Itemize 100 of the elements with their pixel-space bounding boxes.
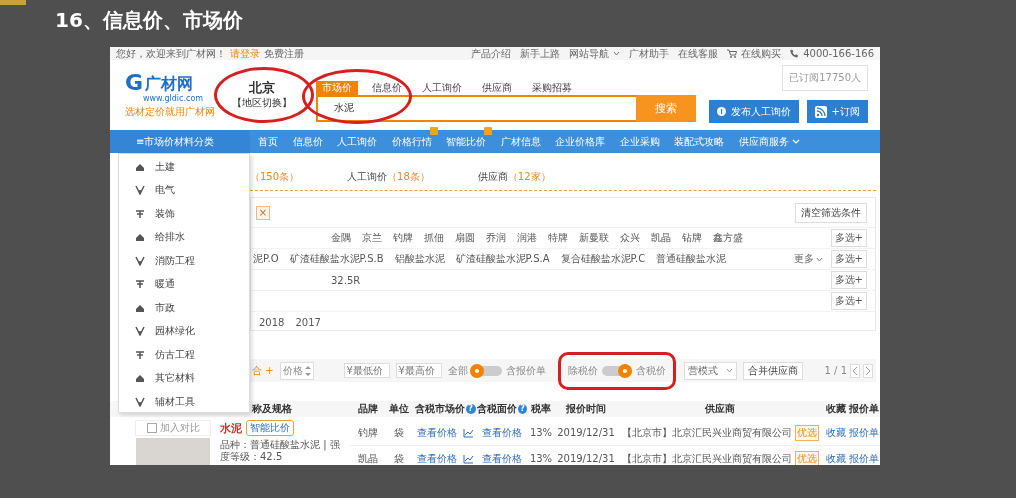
unit-text: 袋 <box>394 451 404 465</box>
filter-option[interactable]: 众兴 <box>620 231 640 245</box>
filter-option[interactable]: 矿渣硅酸盐水泥P.S.A <box>455 252 550 266</box>
column-header: 报价单 <box>849 402 879 416</box>
site-nav-link[interactable]: 网站导航 <box>569 47 621 60</box>
filter-option[interactable]: 金隅 <box>331 231 351 245</box>
city-name: 北京 <box>249 80 275 96</box>
search-tab[interactable]: 采购招募 <box>526 80 578 95</box>
trend-chart-icon <box>462 427 474 438</box>
next-page-button[interactable] <box>863 363 873 378</box>
multi-select-button[interactable]: 多选+ <box>830 271 867 289</box>
supplier-link[interactable]: 【北京市】北京汇民兴业商贸有限公司 <box>621 425 792 440</box>
top-link[interactable]: 在线客服 <box>678 47 719 60</box>
category-icon <box>135 208 145 219</box>
column-header: 品牌 <box>357 402 378 416</box>
help-icon[interactable]: ? <box>465 404 476 414</box>
quote-sheet-link[interactable]: 报价单 <box>849 451 879 465</box>
favorite-link[interactable]: 收藏 <box>825 451 846 465</box>
column-header: 含税市场价 <box>414 402 465 416</box>
filter-option[interactable]: 铝酸盐水泥 <box>394 252 445 266</box>
brand-text: 凯晶 <box>357 451 378 465</box>
min-price-field[interactable]: ¥最低价 <box>343 363 390 378</box>
view-price-link[interactable]: 查看价格 <box>482 451 522 465</box>
search-tab[interactable]: 信息价 <box>366 80 408 95</box>
top-link[interactable]: 广材助手 <box>629 47 670 60</box>
category-menu-item[interactable]: 辅材工具 <box>119 390 249 414</box>
result-tab[interactable]: 人工询价（18条） <box>347 170 430 184</box>
filter-option[interactable]: 扇圆 <box>455 231 475 245</box>
filter-option[interactable]: 鑫方盛 <box>713 231 743 245</box>
filter-option[interactable]: 2018 <box>259 316 285 328</box>
quote-sheet-link[interactable]: 报价单 <box>849 425 879 440</box>
price-sort-button[interactable]: 价格 <box>279 361 314 380</box>
trend-chart-icon <box>462 453 474 464</box>
top-link[interactable]: 产品介绍 <box>471 47 512 60</box>
filter-option[interactable]: 矿渣硅酸盐水泥P.S.B <box>289 252 384 266</box>
category-menu-item[interactable]: 土建 <box>119 155 249 179</box>
caret-icon <box>613 51 621 56</box>
category-menu-button[interactable]: ≡市场价材料分类 <box>110 130 250 153</box>
filter-option[interactable]: 新曼联 <box>579 231 609 245</box>
filter-option[interactable]: 钓牌 <box>393 231 413 245</box>
view-price-link[interactable]: 查看价格 <box>416 425 457 440</box>
merge-suppliers-button[interactable]: 合并供应商 <box>742 361 803 380</box>
filter-option[interactable]: 特牌 <box>548 231 568 245</box>
category-menu-item[interactable]: 给排水 <box>119 225 249 249</box>
multi-select-button[interactable]: 多选+ <box>830 229 867 247</box>
filter-option[interactable]: 润港 <box>517 231 537 245</box>
smart-compare-link[interactable]: 智能比价 <box>246 420 294 436</box>
search-tab[interactable]: 人工询价 <box>416 80 468 95</box>
city-switch-link[interactable]: 【地区切换】 <box>232 96 292 110</box>
multi-select-button[interactable]: 多选+ <box>830 292 867 310</box>
column-header: 含税面价 <box>477 402 517 416</box>
filter-option[interactable]: 普通硅酸盐水泥 <box>656 252 727 266</box>
quote-date: 2019/12/31 <box>557 427 615 438</box>
more-link[interactable]: 更多 <box>793 252 823 266</box>
filter-option[interactable]: 京兰 <box>362 231 382 245</box>
category-menu-item[interactable]: 其它材料 <box>119 366 249 390</box>
toggle-label: 全部 <box>447 363 468 378</box>
toggle-switch[interactable] <box>601 363 632 378</box>
favorite-link[interactable]: 收藏 <box>825 425 846 440</box>
toggle-label: 除税价 <box>567 363 598 378</box>
publish-button[interactable]: 发布人工询价 <box>708 100 799 123</box>
toggle-label: 含报价单 <box>505 363 546 378</box>
category-menu-item[interactable]: 市政 <box>119 296 249 320</box>
result-tab[interactable]: 供应商（12家） <box>477 170 551 184</box>
filter-option[interactable]: 复合硅酸盐水泥P.C <box>560 252 646 266</box>
filter-option[interactable]: 泥P.O <box>253 252 279 266</box>
buy-online-link[interactable]: 在线购买 <box>741 47 782 60</box>
category-icon <box>135 396 145 407</box>
category-menu-item[interactable]: 电气 <box>119 178 249 202</box>
view-price-link[interactable]: 查看价格 <box>416 451 457 465</box>
category-menu-item[interactable]: 暖通 <box>119 272 249 296</box>
search-field[interactable]: 水泥 <box>316 94 636 122</box>
prev-page-button[interactable] <box>850 363 860 378</box>
product-name[interactable]: 水泥 <box>220 420 242 436</box>
filter-option[interactable]: 32.5R <box>331 274 361 286</box>
tax-rate: 13% <box>529 453 553 464</box>
category-menu-item[interactable]: 仿古工程 <box>119 343 249 367</box>
category-icon <box>135 255 145 266</box>
view-price-link[interactable]: 查看价格 <box>482 425 522 440</box>
supplier-link[interactable]: 【北京市】北京汇民兴业商贸有限公司 <box>621 451 792 465</box>
multi-select-button[interactable]: 多选+ <box>830 250 867 268</box>
category-menu-item[interactable]: 装饰 <box>119 202 249 226</box>
clear-filters-button[interactable]: 清空筛选条件 <box>795 202 867 223</box>
greeting-text: 您好，欢迎来到广材网！ <box>116 47 226 60</box>
help-icon[interactable]: ? <box>518 404 527 414</box>
max-price-field[interactable]: ¥最高价 <box>395 363 442 378</box>
register-link[interactable]: 免费注册 <box>264 47 304 60</box>
filter-option[interactable]: 乔润 <box>486 231 506 245</box>
accent-bar <box>0 0 26 5</box>
mode-select[interactable]: 营模式 <box>683 361 737 380</box>
category-menu-item[interactable]: 消防工程 <box>119 249 249 273</box>
filter-option[interactable]: 2017 <box>295 316 321 328</box>
top-link[interactable]: 新手上路 <box>520 47 561 60</box>
filter-option[interactable]: 凯晶 <box>651 231 671 245</box>
subscribe-button[interactable]: +订阅 <box>806 100 868 123</box>
filter-option[interactable]: 钻牌 <box>682 231 702 245</box>
search-tab[interactable]: 供应商 <box>476 80 518 95</box>
category-menu-item[interactable]: 园林绿化 <box>119 319 249 343</box>
filter-option[interactable]: 抓佃 <box>424 231 444 245</box>
toggle-switch[interactable] <box>471 363 502 378</box>
